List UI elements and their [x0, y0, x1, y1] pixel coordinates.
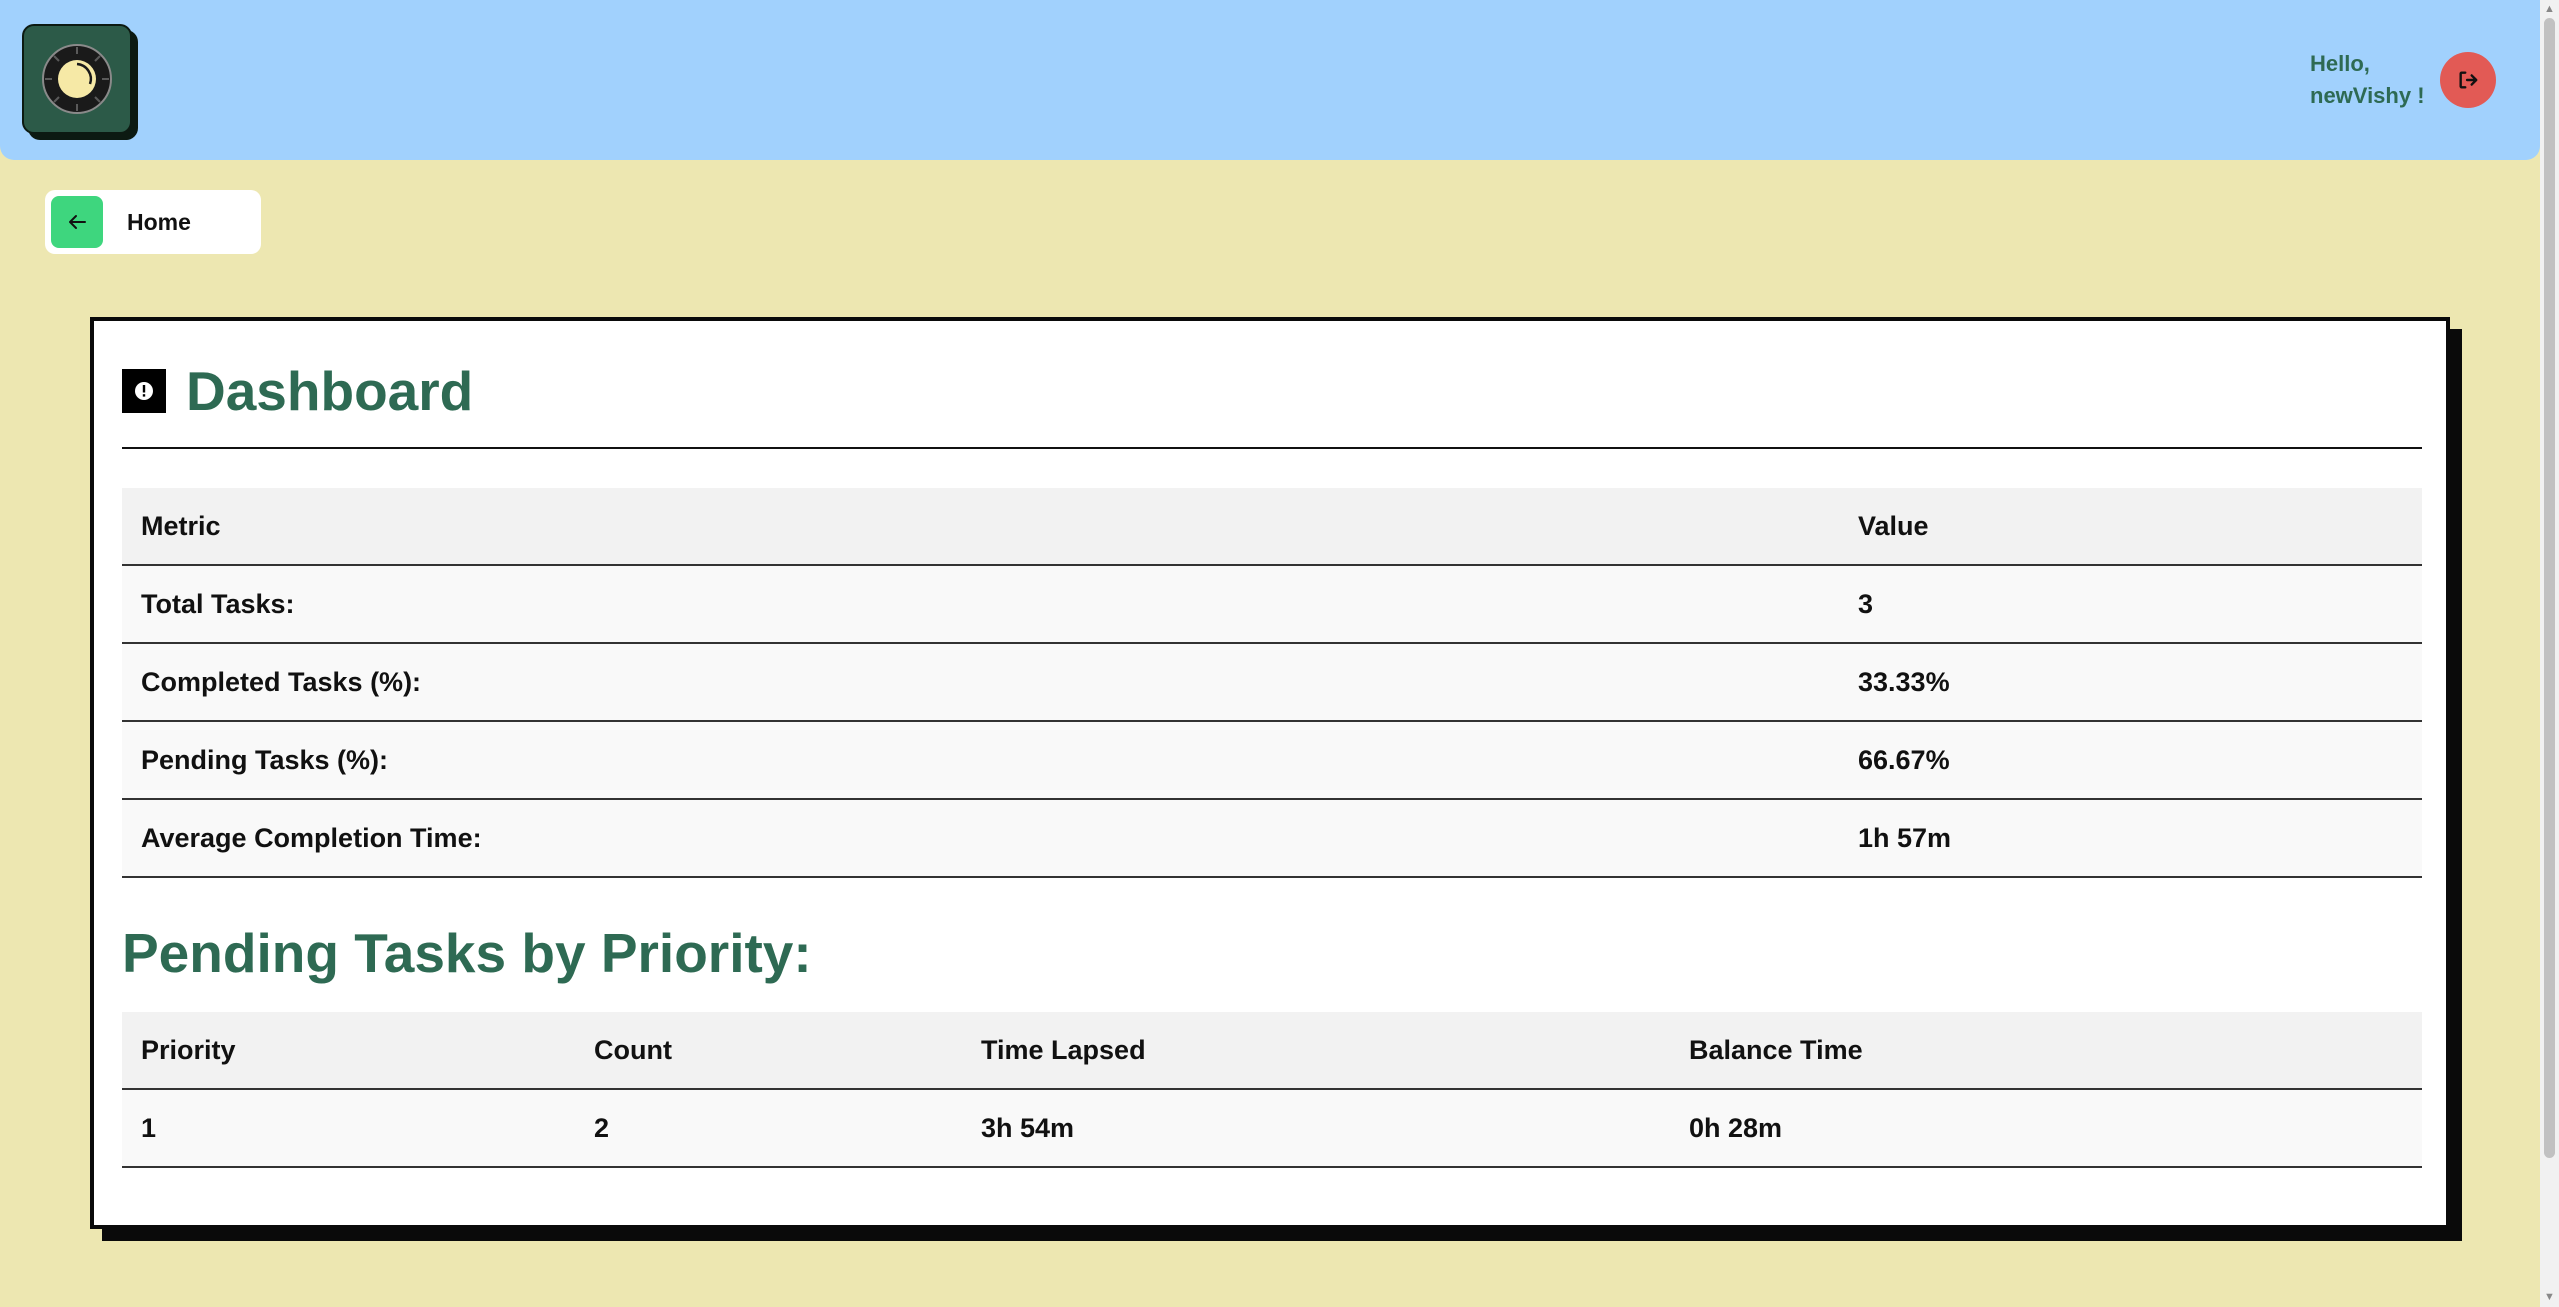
title-divider: [122, 447, 2422, 449]
vertical-scrollbar[interactable]: ▲ ▼: [2540, 0, 2559, 1307]
user-greeting: Hello, newVishy !: [2310, 48, 2440, 112]
table-row: Average Completion Time: 1h 57m: [122, 799, 2422, 878]
home-button-label: Home: [127, 208, 191, 235]
priority-cell: 1: [122, 1089, 575, 1168]
table-row: 1 2 3h 54m 0h 28m: [122, 1089, 2422, 1168]
metric-value: 66.67%: [1839, 721, 2422, 800]
pending-section-title: Pending Tasks by Priority:: [122, 922, 812, 984]
top-header: Hello, newVishy !: [0, 0, 2540, 160]
page-title: Dashboard: [186, 360, 474, 422]
metric-value: 33.33%: [1839, 643, 2422, 722]
clock-dial-icon: [42, 44, 112, 114]
column-header-time-lapsed: Time Lapsed: [962, 1012, 1670, 1090]
column-header-priority: Priority: [122, 1012, 575, 1090]
table-row: Pending Tasks (%): 66.67%: [122, 721, 2422, 800]
greeting-hello: Hello,: [2310, 51, 2370, 76]
column-header-value: Value: [1839, 488, 2422, 566]
arrow-left-icon: [51, 196, 103, 248]
column-header-balance-time: Balance Time: [1670, 1012, 2422, 1090]
metric-label: Average Completion Time:: [122, 799, 1839, 878]
table-header-row: Priority Count Time Lapsed Balance Time: [122, 1012, 2422, 1090]
app-logo[interactable]: [22, 24, 132, 134]
app-page: Hello, newVishy ! Home Dashboard Metric …: [0, 0, 2559, 1307]
alert-circle-icon: [122, 369, 166, 413]
count-cell: 2: [575, 1089, 962, 1168]
priority-table: Priority Count Time Lapsed Balance Time …: [122, 1012, 2422, 1168]
column-header-metric: Metric: [122, 488, 1839, 566]
metric-label: Completed Tasks (%):: [122, 643, 1839, 722]
metric-value: 1h 57m: [1839, 799, 2422, 878]
dashboard-card: Dashboard Metric Value Total Tasks: 3 Co…: [90, 317, 2450, 1229]
home-button[interactable]: Home: [45, 190, 261, 254]
column-header-count: Count: [575, 1012, 962, 1090]
scroll-up-icon[interactable]: ▲: [2543, 2, 2556, 16]
logout-button[interactable]: [2440, 52, 2496, 108]
time-lapsed-cell: 3h 54m: [962, 1089, 1670, 1168]
table-header-row: Metric Value: [122, 488, 2422, 566]
metric-value: 3: [1839, 565, 2422, 644]
table-row: Completed Tasks (%): 33.33%: [122, 643, 2422, 722]
table-row: Total Tasks: 3: [122, 565, 2422, 644]
metrics-table: Metric Value Total Tasks: 3 Completed Ta…: [122, 488, 2422, 878]
greeting-username: newVishy !: [2310, 83, 2425, 108]
dashboard-title-row: Dashboard: [122, 359, 473, 423]
metric-label: Pending Tasks (%):: [122, 721, 1839, 800]
scroll-down-icon[interactable]: ▼: [2543, 1290, 2556, 1304]
balance-time-cell: 0h 28m: [1670, 1089, 2422, 1168]
sign-out-icon: [2459, 71, 2478, 89]
metric-label: Total Tasks:: [122, 565, 1839, 644]
scrollbar-thumb[interactable]: [2544, 18, 2555, 1158]
